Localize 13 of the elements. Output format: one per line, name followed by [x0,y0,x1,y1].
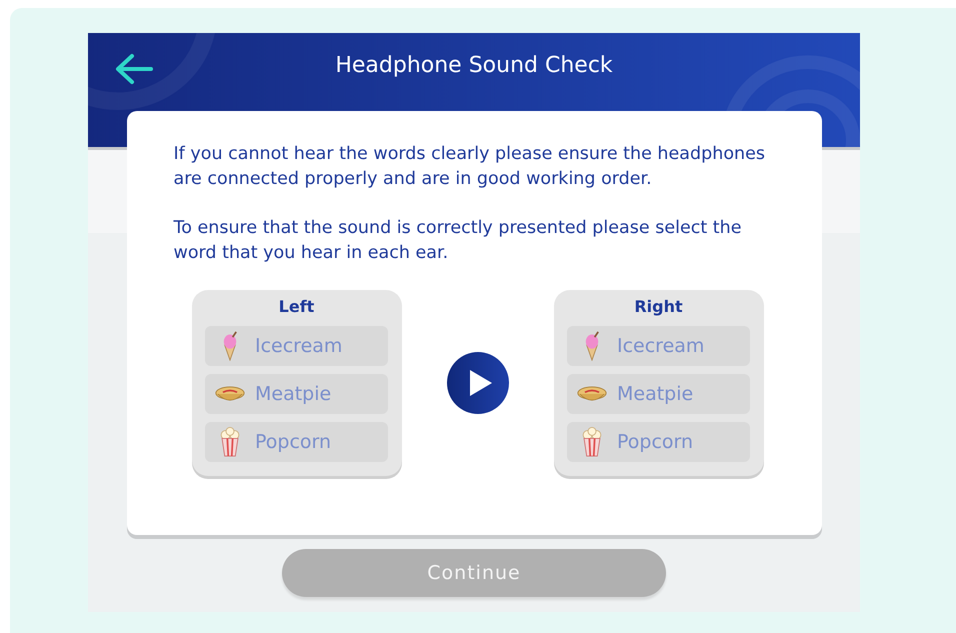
word-option[interactable]: Icecream [205,326,388,366]
instruction-text: To ensure that the sound is correctly presented please select the word that you hear in each ear. [174,217,742,265]
back-arrow-icon[interactable] [114,53,154,85]
instruction-text: If you cannot hear the words clearly please ensure the headphones are connected properly and are in good working order. [174,143,766,191]
word-option[interactable]: Icecream [567,326,750,366]
ear-label: Right [634,296,683,318]
word-option[interactable]: Meatpie [205,374,388,414]
ear-label: Left [278,296,314,318]
play-button[interactable] [446,351,510,415]
word-option[interactable]: Popcorn [567,422,750,462]
word-option[interactable]: Popcorn [205,422,388,462]
word-option[interactable]: Meatpie [567,374,750,414]
screen-title: Headphone Sound Check [335,53,613,78]
